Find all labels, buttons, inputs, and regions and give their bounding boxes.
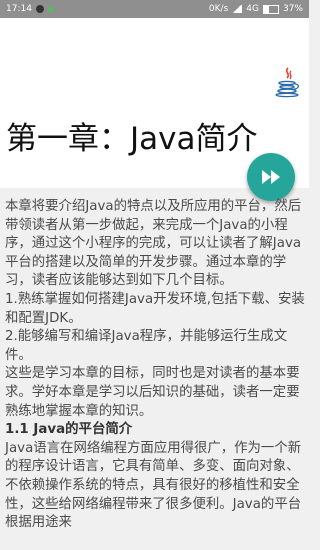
- signal-icon: [232, 5, 243, 13]
- fast-forward-button[interactable]: [247, 153, 295, 201]
- java-logo-icon: [275, 67, 299, 98]
- goal-item-1: 1.熟练掌握如何搭建Java开发环境,包括下载、安装和配置JDK。: [5, 291, 305, 326]
- fast-forward-icon: [262, 170, 280, 184]
- goal-item-2: 2.能够编写和编译Java程序，并能够运行生成文件。: [5, 329, 288, 363]
- network-speed: 0K/s: [208, 4, 229, 14]
- chapter-content: 本章将要介绍Java的特点以及所应用的平台，然后带领读者从第一步做起，来完成一个…: [5, 198, 305, 533]
- qq-icon: [35, 5, 44, 13]
- battery-icon: [262, 4, 279, 14]
- network-type: 4G: [246, 4, 259, 14]
- section-heading: 1.1 Java的平台简介: [5, 422, 133, 438]
- section-paragraph: Java语言在网络编程方面应用得很广，作为一个新的程序设计语言，它具有简单、多变…: [5, 440, 302, 531]
- intro-paragraph: 本章将要介绍Java的特点以及所应用的平台，然后带领读者从第一步做起，来完成一个…: [5, 199, 302, 289]
- chapter-title: 第一章：Java简介: [6, 121, 258, 157]
- battery-level: 37%: [282, 4, 303, 14]
- download-icon: [47, 6, 54, 12]
- clock: 17:14: [6, 4, 32, 14]
- summary-paragraph: 这些是学习本章的目标，同时也是对读者的基本要求。学好本章是学习以后知识的基础，读…: [5, 366, 300, 419]
- status-bar: 17:14 0K/s 4G 37%: [0, 0, 309, 18]
